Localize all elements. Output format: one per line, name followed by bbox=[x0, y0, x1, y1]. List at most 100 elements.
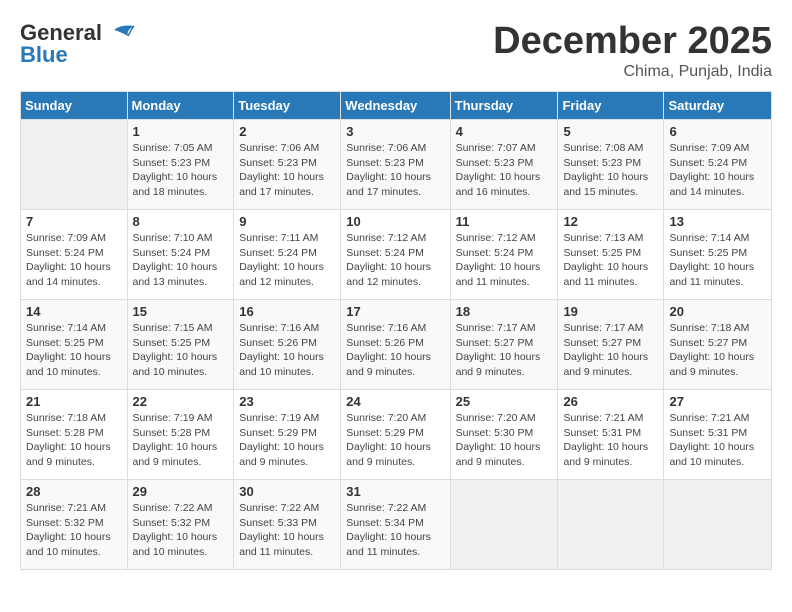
calendar-cell: 20Sunrise: 7:18 AM Sunset: 5:27 PM Dayli… bbox=[664, 300, 772, 390]
column-header-saturday: Saturday bbox=[664, 92, 772, 120]
calendar-cell bbox=[21, 120, 128, 210]
day-info: Sunrise: 7:17 AM Sunset: 5:27 PM Dayligh… bbox=[456, 321, 553, 380]
calendar-cell: 13 Sunrise: 7:14 AM Sunset: 5:25 PM Dayli… bbox=[664, 210, 772, 300]
calendar-cell: 4 Sunrise: 7:07 AM Sunset: 5:23 PM Daylig… bbox=[450, 120, 558, 210]
day-number: 16 bbox=[239, 304, 335, 319]
week-row-4: 21 Sunrise: 7:18 AM Sunset: 5:28 PM Dayli… bbox=[21, 390, 772, 480]
week-row-3: 14Sunrise: 7:14 AM Sunset: 5:25 PM Dayli… bbox=[21, 300, 772, 390]
day-number: 14 bbox=[26, 304, 122, 319]
week-row-2: 7 Sunrise: 7:09 AM Sunset: 5:24 PM Daylig… bbox=[21, 210, 772, 300]
day-number: 1 bbox=[133, 124, 229, 139]
calendar-cell: 15Sunrise: 7:15 AM Sunset: 5:25 PM Dayli… bbox=[127, 300, 234, 390]
day-number: 15 bbox=[133, 304, 229, 319]
calendar-cell: 22 Sunrise: 7:19 AM Sunset: 5:28 PM Dayli… bbox=[127, 390, 234, 480]
location: Chima, Punjab, India bbox=[493, 63, 772, 81]
title-area: December 2025 Chima, Punjab, India bbox=[493, 20, 772, 81]
day-number: 21 bbox=[26, 394, 122, 409]
calendar-cell: 23Sunrise: 7:19 AM Sunset: 5:29 PM Dayli… bbox=[234, 390, 341, 480]
day-info: Sunrise: 7:06 AM Sunset: 5:23 PM Dayligh… bbox=[346, 141, 444, 200]
day-info: Sunrise: 7:13 AM Sunset: 5:25 PM Dayligh… bbox=[563, 231, 658, 290]
calendar-cell: 17Sunrise: 7:16 AM Sunset: 5:26 PM Dayli… bbox=[341, 300, 450, 390]
day-number: 20 bbox=[669, 304, 766, 319]
day-number: 10 bbox=[346, 214, 444, 229]
day-info: Sunrise: 7:12 AM Sunset: 5:24 PM Dayligh… bbox=[456, 231, 553, 290]
day-info: Sunrise: 7:06 AM Sunset: 5:23 PM Dayligh… bbox=[239, 141, 335, 200]
column-header-sunday: Sunday bbox=[21, 92, 128, 120]
logo-bird-icon bbox=[106, 22, 136, 44]
calendar-cell bbox=[664, 480, 772, 570]
calendar-cell: 18 Sunrise: 7:17 AM Sunset: 5:27 PM Dayli… bbox=[450, 300, 558, 390]
day-number: 23 bbox=[239, 394, 335, 409]
day-info: Sunrise: 7:22 AM Sunset: 5:33 PM Dayligh… bbox=[239, 501, 335, 560]
calendar-cell bbox=[450, 480, 558, 570]
column-header-friday: Friday bbox=[558, 92, 664, 120]
calendar-cell: 21 Sunrise: 7:18 AM Sunset: 5:28 PM Dayli… bbox=[21, 390, 128, 480]
calendar-cell: 29Sunrise: 7:22 AM Sunset: 5:32 PM Dayli… bbox=[127, 480, 234, 570]
day-info: Sunrise: 7:16 AM Sunset: 5:26 PM Dayligh… bbox=[239, 321, 335, 380]
day-number: 11 bbox=[456, 214, 553, 229]
day-info: Sunrise: 7:09 AM Sunset: 5:24 PM Dayligh… bbox=[669, 141, 766, 200]
calendar-cell: 6 Sunrise: 7:09 AM Sunset: 5:24 PM Daylig… bbox=[664, 120, 772, 210]
day-info: Sunrise: 7:05 AM Sunset: 5:23 PM Dayligh… bbox=[133, 141, 229, 200]
day-number: 28 bbox=[26, 484, 122, 499]
week-row-5: 28 Sunrise: 7:21 AM Sunset: 5:32 PM Dayli… bbox=[21, 480, 772, 570]
day-number: 25 bbox=[456, 394, 553, 409]
calendar-cell: 27 Sunrise: 7:21 AM Sunset: 5:31 PM Dayli… bbox=[664, 390, 772, 480]
day-info: Sunrise: 7:21 AM Sunset: 5:31 PM Dayligh… bbox=[563, 411, 658, 470]
day-number: 17 bbox=[346, 304, 444, 319]
day-info: Sunrise: 7:22 AM Sunset: 5:34 PM Dayligh… bbox=[346, 501, 444, 560]
day-info: Sunrise: 7:10 AM Sunset: 5:24 PM Dayligh… bbox=[133, 231, 229, 290]
calendar-cell: 3 Sunrise: 7:06 AM Sunset: 5:23 PM Daylig… bbox=[341, 120, 450, 210]
day-info: Sunrise: 7:17 AM Sunset: 5:27 PM Dayligh… bbox=[563, 321, 658, 380]
day-number: 2 bbox=[239, 124, 335, 139]
day-info: Sunrise: 7:12 AM Sunset: 5:24 PM Dayligh… bbox=[346, 231, 444, 290]
week-row-1: 1 Sunrise: 7:05 AM Sunset: 5:23 PM Daylig… bbox=[21, 120, 772, 210]
calendar-cell: 2 Sunrise: 7:06 AM Sunset: 5:23 PM Daylig… bbox=[234, 120, 341, 210]
calendar-cell: 1 Sunrise: 7:05 AM Sunset: 5:23 PM Daylig… bbox=[127, 120, 234, 210]
day-info: Sunrise: 7:09 AM Sunset: 5:24 PM Dayligh… bbox=[26, 231, 122, 290]
column-header-monday: Monday bbox=[127, 92, 234, 120]
day-number: 13 bbox=[669, 214, 766, 229]
calendar-cell: 14Sunrise: 7:14 AM Sunset: 5:25 PM Dayli… bbox=[21, 300, 128, 390]
day-number: 6 bbox=[669, 124, 766, 139]
day-info: Sunrise: 7:08 AM Sunset: 5:23 PM Dayligh… bbox=[563, 141, 658, 200]
logo-blue: Blue bbox=[20, 42, 68, 68]
day-info: Sunrise: 7:07 AM Sunset: 5:23 PM Dayligh… bbox=[456, 141, 553, 200]
day-number: 30 bbox=[239, 484, 335, 499]
logo: General Blue bbox=[20, 20, 136, 68]
day-number: 3 bbox=[346, 124, 444, 139]
calendar-cell: 24Sunrise: 7:20 AM Sunset: 5:29 PM Dayli… bbox=[341, 390, 450, 480]
calendar-table: SundayMondayTuesdayWednesdayThursdayFrid… bbox=[20, 91, 772, 570]
day-info: Sunrise: 7:21 AM Sunset: 5:32 PM Dayligh… bbox=[26, 501, 122, 560]
day-number: 4 bbox=[456, 124, 553, 139]
day-number: 29 bbox=[133, 484, 229, 499]
calendar-cell: 8 Sunrise: 7:10 AM Sunset: 5:24 PM Daylig… bbox=[127, 210, 234, 300]
calendar-cell bbox=[558, 480, 664, 570]
calendar-cell: 12Sunrise: 7:13 AM Sunset: 5:25 PM Dayli… bbox=[558, 210, 664, 300]
day-info: Sunrise: 7:21 AM Sunset: 5:31 PM Dayligh… bbox=[669, 411, 766, 470]
calendar-cell: 25 Sunrise: 7:20 AM Sunset: 5:30 PM Dayli… bbox=[450, 390, 558, 480]
calendar-cell: 5Sunrise: 7:08 AM Sunset: 5:23 PM Daylig… bbox=[558, 120, 664, 210]
column-header-tuesday: Tuesday bbox=[234, 92, 341, 120]
month-title: December 2025 bbox=[493, 20, 772, 63]
calendar-cell: 28 Sunrise: 7:21 AM Sunset: 5:32 PM Dayli… bbox=[21, 480, 128, 570]
day-number: 27 bbox=[669, 394, 766, 409]
day-info: Sunrise: 7:19 AM Sunset: 5:28 PM Dayligh… bbox=[133, 411, 229, 470]
day-number: 22 bbox=[133, 394, 229, 409]
day-number: 26 bbox=[563, 394, 658, 409]
day-number: 8 bbox=[133, 214, 229, 229]
calendar-cell: 31 Sunrise: 7:22 AM Sunset: 5:34 PM Dayli… bbox=[341, 480, 450, 570]
day-number: 18 bbox=[456, 304, 553, 319]
calendar-cell: 19 Sunrise: 7:17 AM Sunset: 5:27 PM Dayli… bbox=[558, 300, 664, 390]
day-info: Sunrise: 7:18 AM Sunset: 5:28 PM Dayligh… bbox=[26, 411, 122, 470]
day-info: Sunrise: 7:20 AM Sunset: 5:29 PM Dayligh… bbox=[346, 411, 444, 470]
column-headers: SundayMondayTuesdayWednesdayThursdayFrid… bbox=[21, 92, 772, 120]
day-info: Sunrise: 7:20 AM Sunset: 5:30 PM Dayligh… bbox=[456, 411, 553, 470]
day-number: 7 bbox=[26, 214, 122, 229]
day-number: 19 bbox=[563, 304, 658, 319]
calendar-cell: 11 Sunrise: 7:12 AM Sunset: 5:24 PM Dayli… bbox=[450, 210, 558, 300]
day-info: Sunrise: 7:11 AM Sunset: 5:24 PM Dayligh… bbox=[239, 231, 335, 290]
calendar-cell: 30 Sunrise: 7:22 AM Sunset: 5:33 PM Dayli… bbox=[234, 480, 341, 570]
day-info: Sunrise: 7:14 AM Sunset: 5:25 PM Dayligh… bbox=[669, 231, 766, 290]
day-number: 31 bbox=[346, 484, 444, 499]
